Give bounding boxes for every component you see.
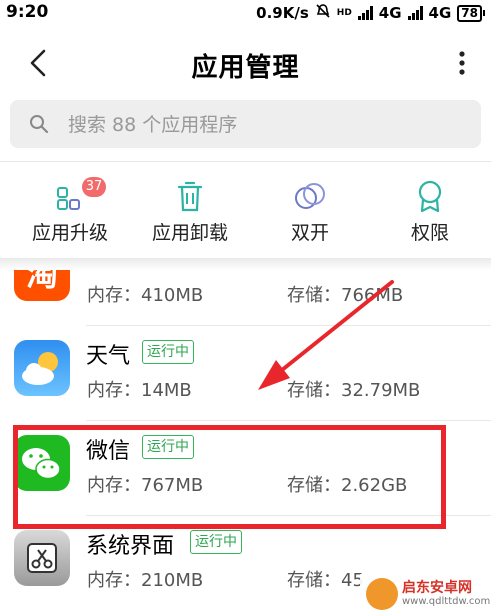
toolbar-shadow [0,258,491,270]
app-uninstall-label: 应用卸载 [151,222,228,244]
app-storage: 存储：32.79MB [287,380,421,401]
watermark-logo-icon [366,578,398,610]
tool-row: 37 应用升级 应用卸载 双开 权限 [0,170,491,258]
battery-level: 78 [457,4,482,22]
watermark-url: www.qdlttdw.com [402,596,491,607]
permissions-button[interactable]: 权限 [370,170,490,256]
mute-icon [315,3,331,23]
divider [0,161,491,162]
app-storage: 存储：766MB [287,285,404,306]
app-storage: 存储：45 [287,570,364,591]
search-bar[interactable] [10,100,481,148]
app-uninstall-button[interactable]: 应用卸载 [130,170,250,256]
app-upgrade-button[interactable]: 37 应用升级 [10,170,130,256]
app-row-weather[interactable]: 天气 运行中 内存：14MB 存储：32.79MB [0,326,491,421]
more-options-button[interactable] [451,47,473,79]
trash-icon [172,178,208,214]
permissions-label: 权限 [410,222,449,244]
app-memory: 内存：210MB [87,570,204,591]
page-title: 应用管理 [191,53,300,83]
status-bar: 9:20 0.9K/s HD 4G 4G 78 [0,0,491,26]
more-vertical-icon [459,51,465,75]
update-count-badge: 37 [82,177,106,197]
search-icon [28,113,50,139]
running-tag: 运行中 [190,530,242,554]
highlight-box [13,425,446,529]
app-name: 系统界面 [86,534,175,559]
app-header: 应用管理 [0,35,491,93]
app-memory: 内存：14MB [87,380,192,401]
signal-icon [357,6,373,20]
app-memory: 内存：410MB [87,285,204,306]
status-icons: 0.9K/s HD 4G 4G 78 [256,3,485,23]
net-type-2: 4G [428,4,452,22]
search-input[interactable] [66,109,470,141]
net-speed: 0.9K/s [256,4,309,22]
system-ui-app-icon [14,530,70,586]
weather-app-icon [14,340,70,396]
dual-apps-label: 双开 [290,222,329,244]
status-time: 9:20 [6,2,49,22]
dual-circles-icon [292,178,328,214]
watermark-brand: 启东安卓网 [402,580,472,596]
watermark: 启东安卓网 www.qdlttdw.com [360,574,491,614]
signal-icon-2 [407,6,423,20]
app-upgrade-label: 应用升级 [31,222,108,244]
hd-label: HD [336,8,352,18]
dual-apps-button[interactable]: 双开 [250,170,370,256]
app-name: 天气 [86,344,131,369]
net-type-1: 4G [378,4,402,22]
battery-icon: 78 [457,4,485,22]
badge-ribbon-icon [412,178,448,214]
running-tag: 运行中 [142,340,194,364]
